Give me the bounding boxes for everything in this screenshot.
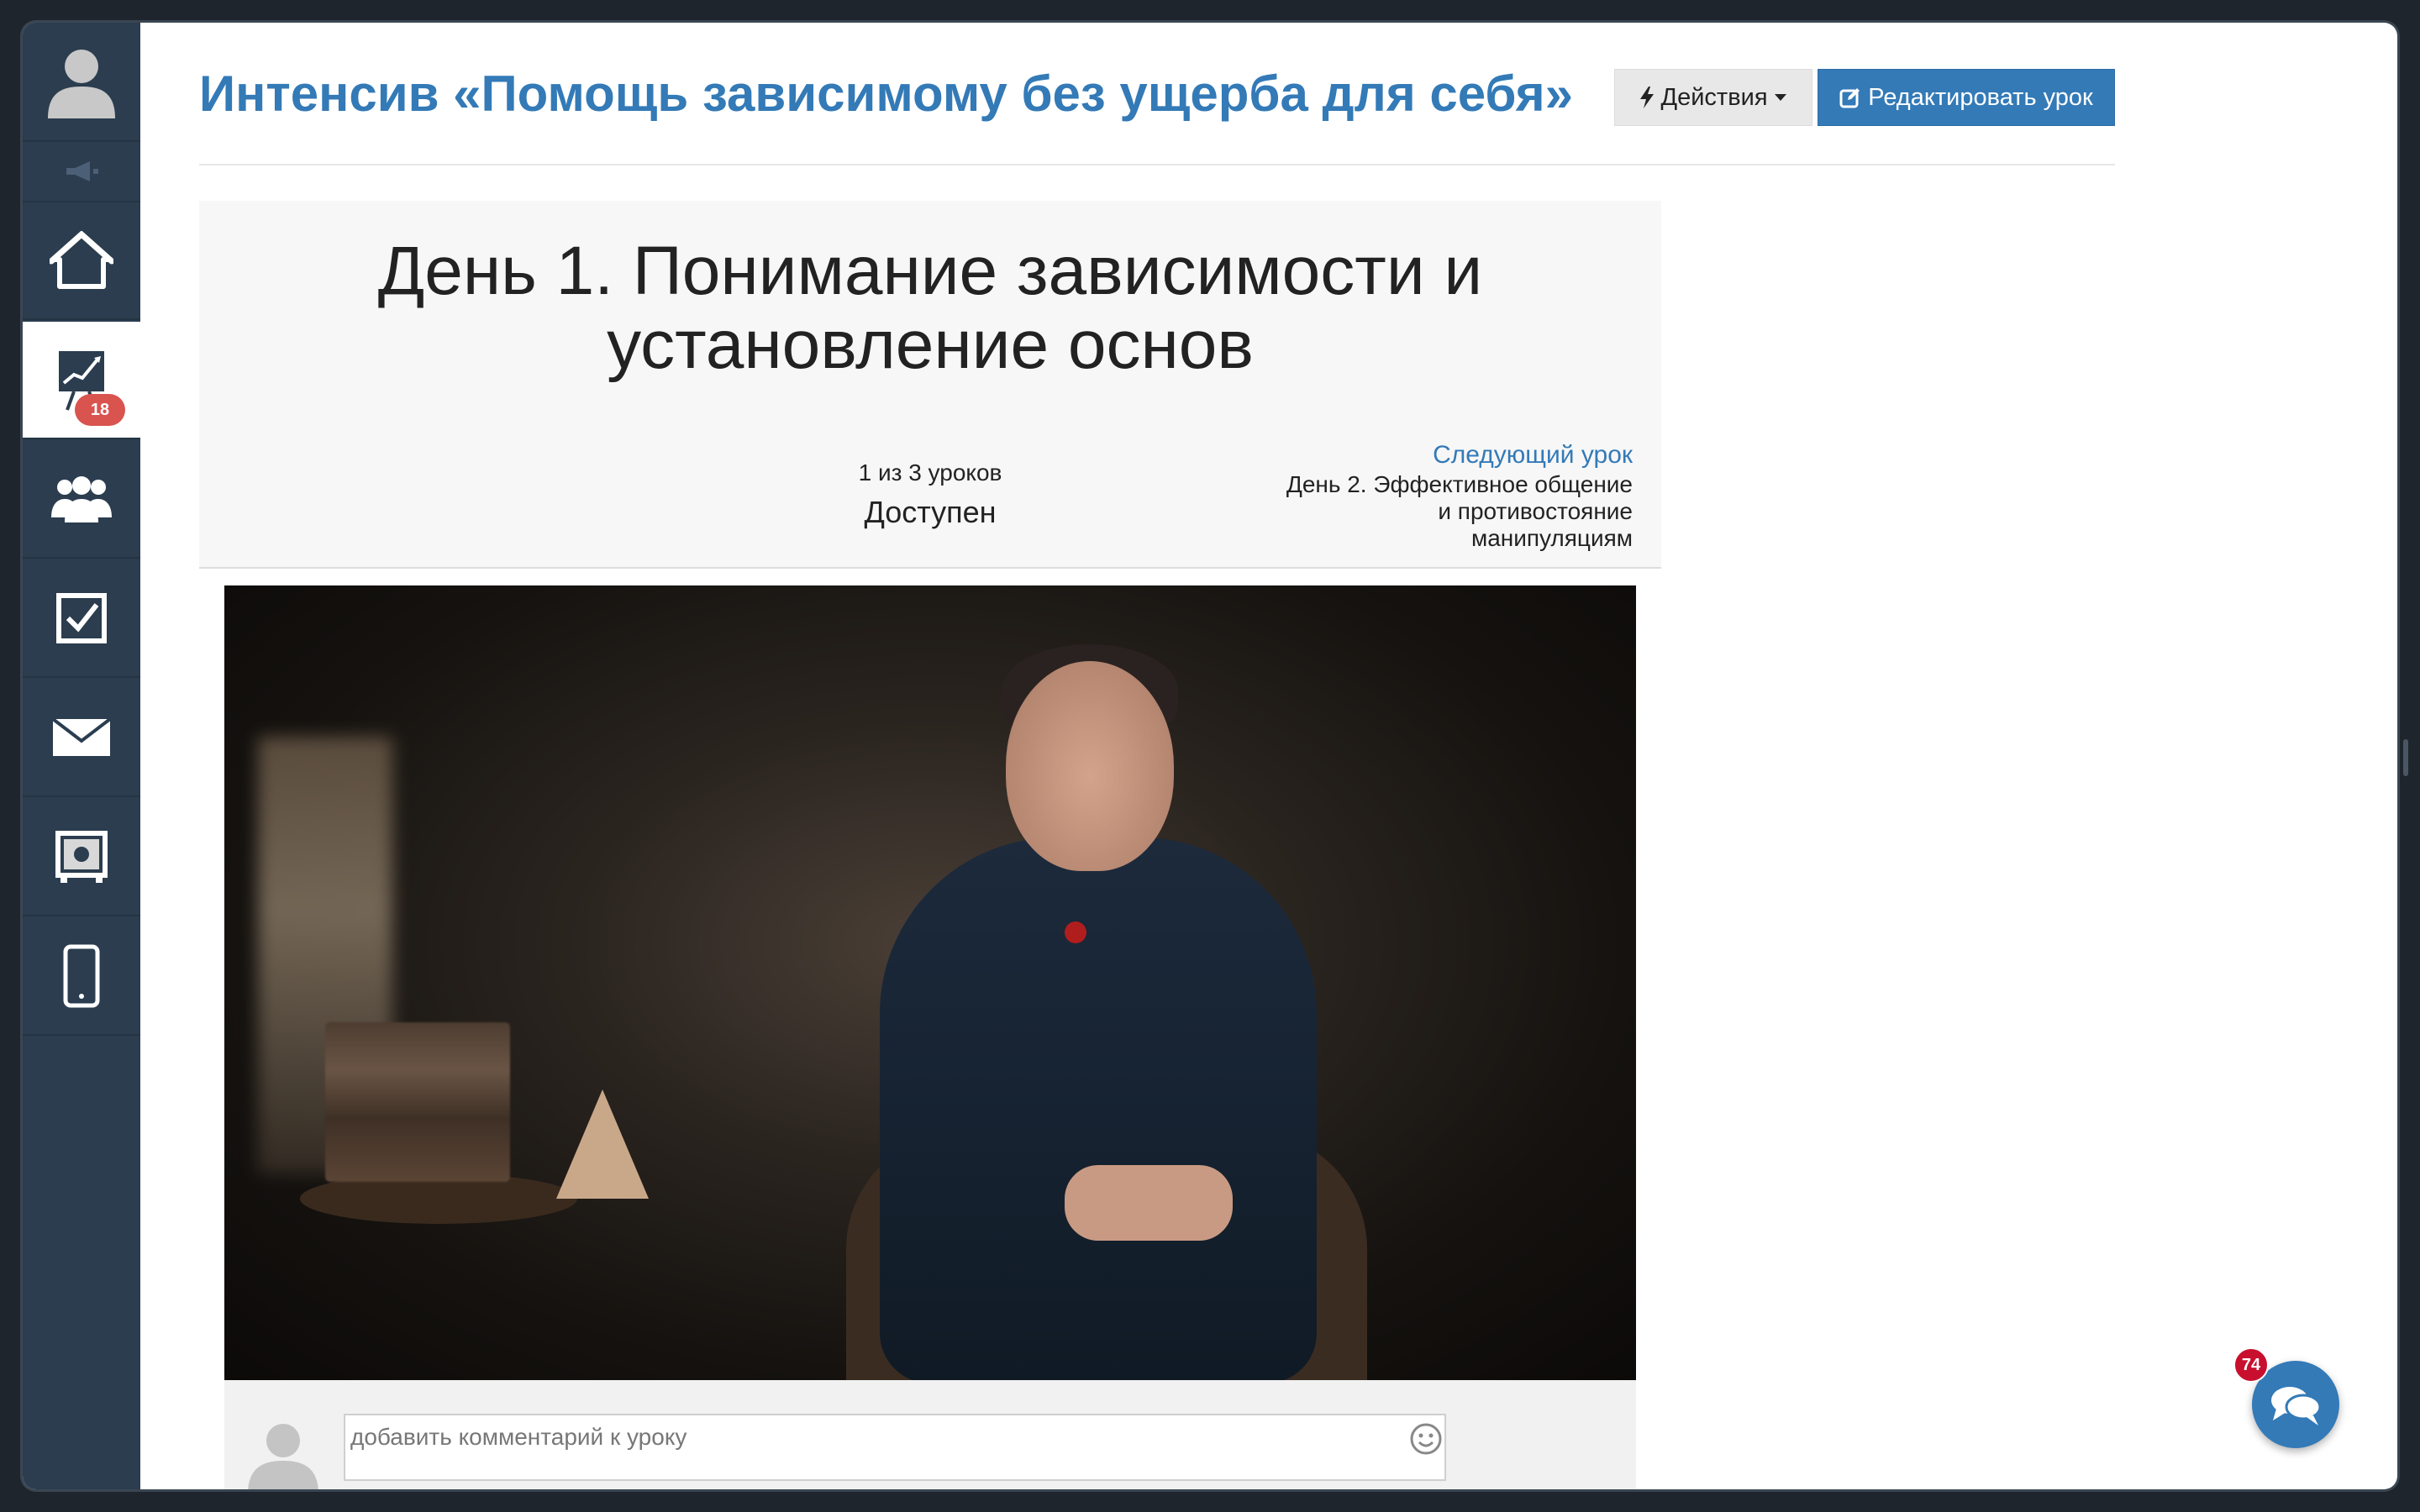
users-group-icon — [51, 476, 112, 522]
emoji-smile-icon[interactable] — [1409, 1422, 1443, 1456]
comment-input[interactable] — [344, 1414, 1446, 1481]
chat-bubbles-icon — [2271, 1387, 2322, 1425]
video-person — [880, 837, 1317, 1380]
stats-badge: 18 — [75, 394, 125, 426]
sidebar-item-home[interactable] — [23, 202, 140, 320]
sidebar-item-tasks[interactable] — [23, 560, 140, 678]
lesson-video[interactable] — [224, 585, 1636, 1380]
megaphone-icon — [66, 161, 98, 181]
commenter-avatar-icon — [248, 1424, 318, 1489]
chat-unread-badge: 74 — [2233, 1347, 2269, 1383]
caret-down-icon — [1774, 94, 1786, 101]
sidebar-item-mail[interactable] — [23, 680, 140, 797]
page-title: Интенсив «Помощь зависимому без ущерба д… — [199, 66, 1573, 122]
app-window: 18 Интенсив «Помощь зависимому без ущерб… — [23, 23, 2397, 1489]
home-icon — [50, 231, 113, 289]
lesson-count: 1 из 3 уроков — [858, 459, 1002, 486]
sidebar-item-users[interactable] — [23, 441, 140, 559]
lesson-header: День 1. Понимание зависимости и установл… — [199, 201, 1661, 569]
lesson-status: Доступен — [864, 495, 997, 529]
video-person-head — [1006, 661, 1174, 871]
video-pyramid — [556, 1089, 649, 1199]
header-divider — [199, 164, 2115, 165]
comment-area — [224, 1380, 1636, 1489]
edit-icon — [1839, 88, 1860, 108]
sidebar: 18 — [23, 23, 140, 1489]
mobile-phone-icon — [63, 944, 100, 1008]
actions-label: Действия — [1660, 83, 1768, 111]
lesson-title: День 1. Понимание зависимости и установл… — [377, 233, 1483, 383]
video-books — [325, 1022, 510, 1182]
next-lesson-title[interactable]: День 2. Эффективное общение и противосто… — [1280, 471, 1633, 552]
checkbox-icon — [56, 593, 107, 643]
sidebar-item-safe[interactable] — [23, 799, 140, 916]
sidebar-item-mobile[interactable] — [23, 918, 140, 1036]
user-avatar-icon — [48, 50, 115, 118]
video-necklace — [1065, 921, 1086, 943]
sidebar-avatar[interactable] — [23, 23, 140, 142]
edit-lesson-label: Редактировать урок — [1868, 83, 2093, 111]
safe-icon — [55, 831, 108, 883]
edit-lesson-button[interactable]: Редактировать урок — [1818, 69, 2115, 126]
sidebar-item-stats[interactable]: 18 — [23, 322, 140, 439]
next-lesson-link[interactable]: Следующий урок — [1433, 441, 1633, 470]
lightning-icon — [1640, 87, 1655, 108]
sidebar-item-sound[interactable] — [23, 142, 140, 202]
actions-dropdown-button[interactable]: Действия — [1614, 69, 1812, 126]
video-person-hands — [1065, 1165, 1233, 1241]
window-scroll-handle[interactable] — [2403, 739, 2408, 776]
mail-icon — [51, 717, 112, 756]
